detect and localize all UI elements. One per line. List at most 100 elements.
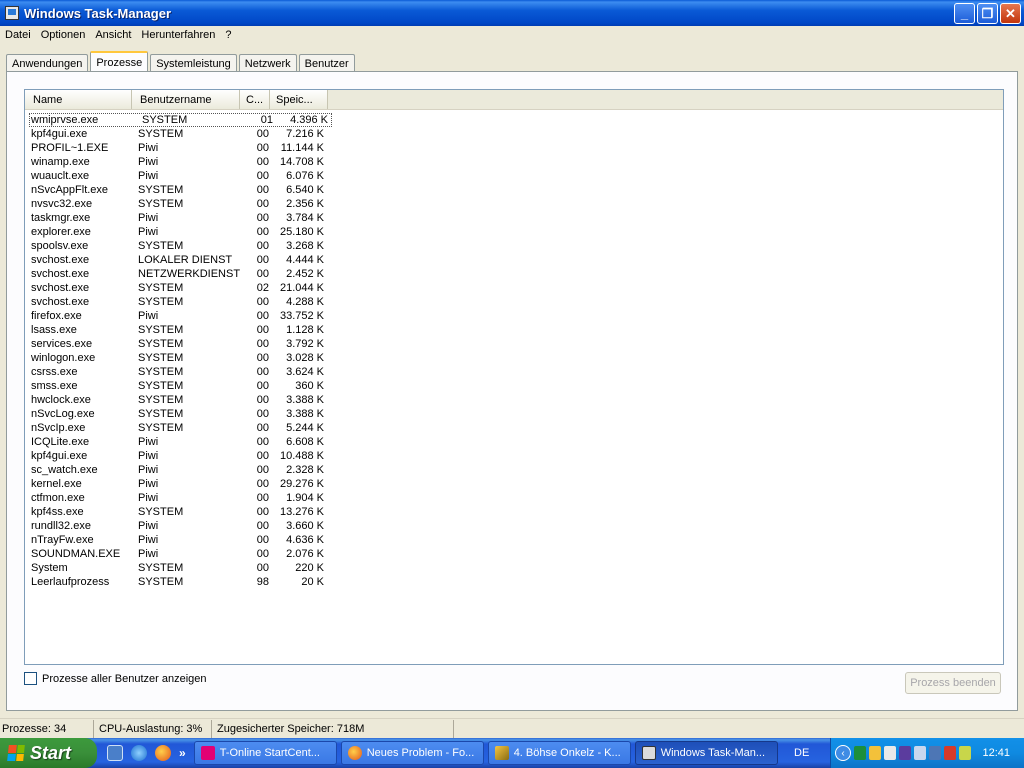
- chevron-left-icon[interactable]: ‹: [835, 745, 851, 761]
- process-name: nSvcLog.exe: [31, 408, 95, 420]
- show-desktop-icon[interactable]: [107, 745, 123, 761]
- table-row[interactable]: explorer.exe Piwi 00 25.180 K: [25, 225, 1003, 239]
- process-username: SYSTEM: [138, 422, 184, 434]
- table-row[interactable]: svchost.exe SYSTEM 02 21.044 K: [25, 281, 1003, 295]
- table-row[interactable]: nTrayFw.exe Piwi 00 4.636 K: [25, 533, 1003, 547]
- table-row[interactable]: smss.exe SYSTEM 00 360 K: [25, 379, 1003, 393]
- tab-anwendungen[interactable]: Anwendungen: [6, 54, 89, 72]
- process-username: SYSTEM: [138, 324, 184, 336]
- table-row[interactable]: wmiprvse.exe SYSTEM 01 4.396 K: [29, 113, 332, 127]
- table-row[interactable]: kpf4ss.exe SYSTEM 00 13.276 K: [25, 505, 1003, 519]
- table-row[interactable]: SOUNDMAN.EXE Piwi 00 2.076 K: [25, 547, 1003, 561]
- taskbar-button-label: Windows Task-Man...: [660, 747, 766, 759]
- table-row[interactable]: kpf4gui.exe Piwi 00 10.488 K: [25, 449, 1003, 463]
- close-button[interactable]: ✕: [1000, 3, 1021, 24]
- process-name: svchost.exe: [31, 268, 90, 280]
- table-row[interactable]: PROFIL~1.EXE Piwi 00 11.144 K: [25, 141, 1003, 155]
- tab-netzwerk[interactable]: Netzwerk: [238, 54, 297, 72]
- process-username: Piwi: [138, 464, 159, 476]
- tab-systemleistung[interactable]: Systemleistung: [150, 54, 237, 72]
- process-username: SYSTEM: [138, 296, 184, 308]
- process-memory: 11.144 K: [280, 142, 324, 154]
- start-button[interactable]: Start: [0, 738, 97, 768]
- table-row[interactable]: winlogon.exe SYSTEM 00 3.028 K: [25, 351, 1003, 365]
- table-row[interactable]: hwclock.exe SYSTEM 00 3.388 K: [25, 393, 1003, 407]
- table-row[interactable]: spoolsv.exe SYSTEM 00 3.268 K: [25, 239, 1003, 253]
- table-row[interactable]: csrss.exe SYSTEM 00 3.624 K: [25, 365, 1003, 379]
- tray-app-icon[interactable]: [899, 746, 911, 760]
- show-all-users-checkbox[interactable]: [24, 672, 37, 685]
- table-row[interactable]: nSvcAppFlt.exe SYSTEM 00 6.540 K: [25, 183, 1003, 197]
- table-row[interactable]: svchost.exe LOKALER DIENST 00 4.444 K: [25, 253, 1003, 267]
- table-row[interactable]: sc_watch.exe Piwi 00 2.328 K: [25, 463, 1003, 477]
- table-row[interactable]: ctfmon.exe Piwi 00 1.904 K: [25, 491, 1003, 505]
- internet-explorer-icon[interactable]: [131, 745, 147, 761]
- process-memory: 6.608 K: [286, 436, 324, 448]
- table-row[interactable]: services.exe SYSTEM 00 3.792 K: [25, 337, 1003, 351]
- tab-prozesse[interactable]: Prozesse: [90, 51, 149, 72]
- table-row[interactable]: nvsvc32.exe SYSTEM 00 2.356 K: [25, 197, 1003, 211]
- process-memory: 20 K: [301, 576, 324, 588]
- process-cpu: 00: [256, 562, 269, 574]
- tab-strip: Anwendungen Prozesse Systemleistung Netz…: [6, 51, 357, 72]
- end-process-button[interactable]: Prozess beenden: [905, 672, 1001, 694]
- table-row[interactable]: kernel.exe Piwi 00 29.276 K: [25, 477, 1003, 491]
- quick-launch: »: [107, 745, 186, 761]
- process-memory: 3.624 K: [286, 366, 324, 378]
- process-username: SYSTEM: [138, 352, 184, 364]
- process-cpu: 00: [256, 380, 269, 392]
- process-username: Piwi: [138, 492, 159, 504]
- table-row[interactable]: svchost.exe NETZWERKDIENST 00 2.452 K: [25, 267, 1003, 281]
- show-all-users-row[interactable]: Prozesse aller Benutzer anzeigen: [24, 672, 206, 685]
- network-icon[interactable]: [929, 746, 941, 760]
- taskbar-button-winamp[interactable]: 4. Böhse Onkelz - K...: [487, 741, 631, 765]
- quicklaunch-more-icon[interactable]: »: [179, 746, 186, 760]
- firewall-icon[interactable]: [944, 746, 956, 760]
- tray-app-icon[interactable]: [884, 746, 896, 760]
- tab-benutzer[interactable]: Benutzer: [298, 54, 355, 72]
- table-row[interactable]: firefox.exe Piwi 00 33.752 K: [25, 309, 1003, 323]
- taskbar-button-tonline[interactable]: T-Online StartCent...: [193, 741, 337, 765]
- language-indicator[interactable]: DE: [788, 747, 816, 759]
- menu-datei[interactable]: Datei: [0, 29, 36, 41]
- tray-app-icon[interactable]: [914, 746, 926, 760]
- process-username: SYSTEM: [138, 338, 184, 350]
- menu-help[interactable]: ?: [220, 29, 236, 41]
- tray-app-icon[interactable]: [854, 746, 866, 760]
- minimize-button[interactable]: _: [954, 3, 975, 24]
- tray-app-icon[interactable]: [959, 746, 971, 760]
- table-row[interactable]: lsass.exe SYSTEM 00 1.128 K: [25, 323, 1003, 337]
- table-row[interactable]: winamp.exe Piwi 00 14.708 K: [25, 155, 1003, 169]
- process-username: SYSTEM: [138, 562, 184, 574]
- column-name[interactable]: Name: [25, 90, 132, 109]
- table-row[interactable]: nSvcLog.exe SYSTEM 00 3.388 K: [25, 407, 1003, 421]
- table-row[interactable]: svchost.exe SYSTEM 00 4.288 K: [25, 295, 1003, 309]
- title-bar[interactable]: Windows Task-Manager _ ❐ ✕: [0, 0, 1024, 26]
- table-row[interactable]: ICQLite.exe Piwi 00 6.608 K: [25, 435, 1003, 449]
- column-username[interactable]: Benutzername: [132, 90, 240, 109]
- menu-optionen[interactable]: Optionen: [36, 29, 91, 41]
- column-memory[interactable]: Speic...: [270, 90, 328, 109]
- table-row[interactable]: nSvcIp.exe SYSTEM 00 5.244 K: [25, 421, 1003, 435]
- process-username: Piwi: [138, 142, 159, 154]
- table-row[interactable]: rundll32.exe Piwi 00 3.660 K: [25, 519, 1003, 533]
- process-cpu: 00: [256, 436, 269, 448]
- process-name: kpf4gui.exe: [31, 450, 88, 462]
- table-row[interactable]: wuauclt.exe Piwi 00 6.076 K: [25, 169, 1003, 183]
- firefox-icon[interactable]: [155, 745, 171, 761]
- process-username: NETZWERKDIENST: [138, 268, 240, 280]
- menu-herunterfahren[interactable]: Herunterfahren: [136, 29, 220, 41]
- taskbar-button-taskmanager[interactable]: Windows Task-Man...: [634, 741, 778, 765]
- column-cpu[interactable]: C...: [240, 90, 270, 109]
- menu-ansicht[interactable]: Ansicht: [90, 29, 136, 41]
- status-cpu: CPU-Auslastung: 3%: [94, 719, 212, 738]
- taskbar-button-firefox[interactable]: Neues Problem - Fo...: [340, 741, 484, 765]
- process-memory: 6.540 K: [286, 184, 324, 196]
- process-list[interactable]: Name Benutzername C... Speic... wmiprvse…: [24, 89, 1004, 665]
- maximize-button[interactable]: ❐: [977, 3, 998, 24]
- table-row[interactable]: taskmgr.exe Piwi 00 3.784 K: [25, 211, 1003, 225]
- table-row[interactable]: kpf4gui.exe SYSTEM 00 7.216 K: [25, 127, 1003, 141]
- table-row[interactable]: Leerlaufprozess SYSTEM 98 20 K: [25, 575, 1003, 589]
- tray-app-icon[interactable]: [869, 746, 881, 760]
- table-row[interactable]: System SYSTEM 00 220 K: [25, 561, 1003, 575]
